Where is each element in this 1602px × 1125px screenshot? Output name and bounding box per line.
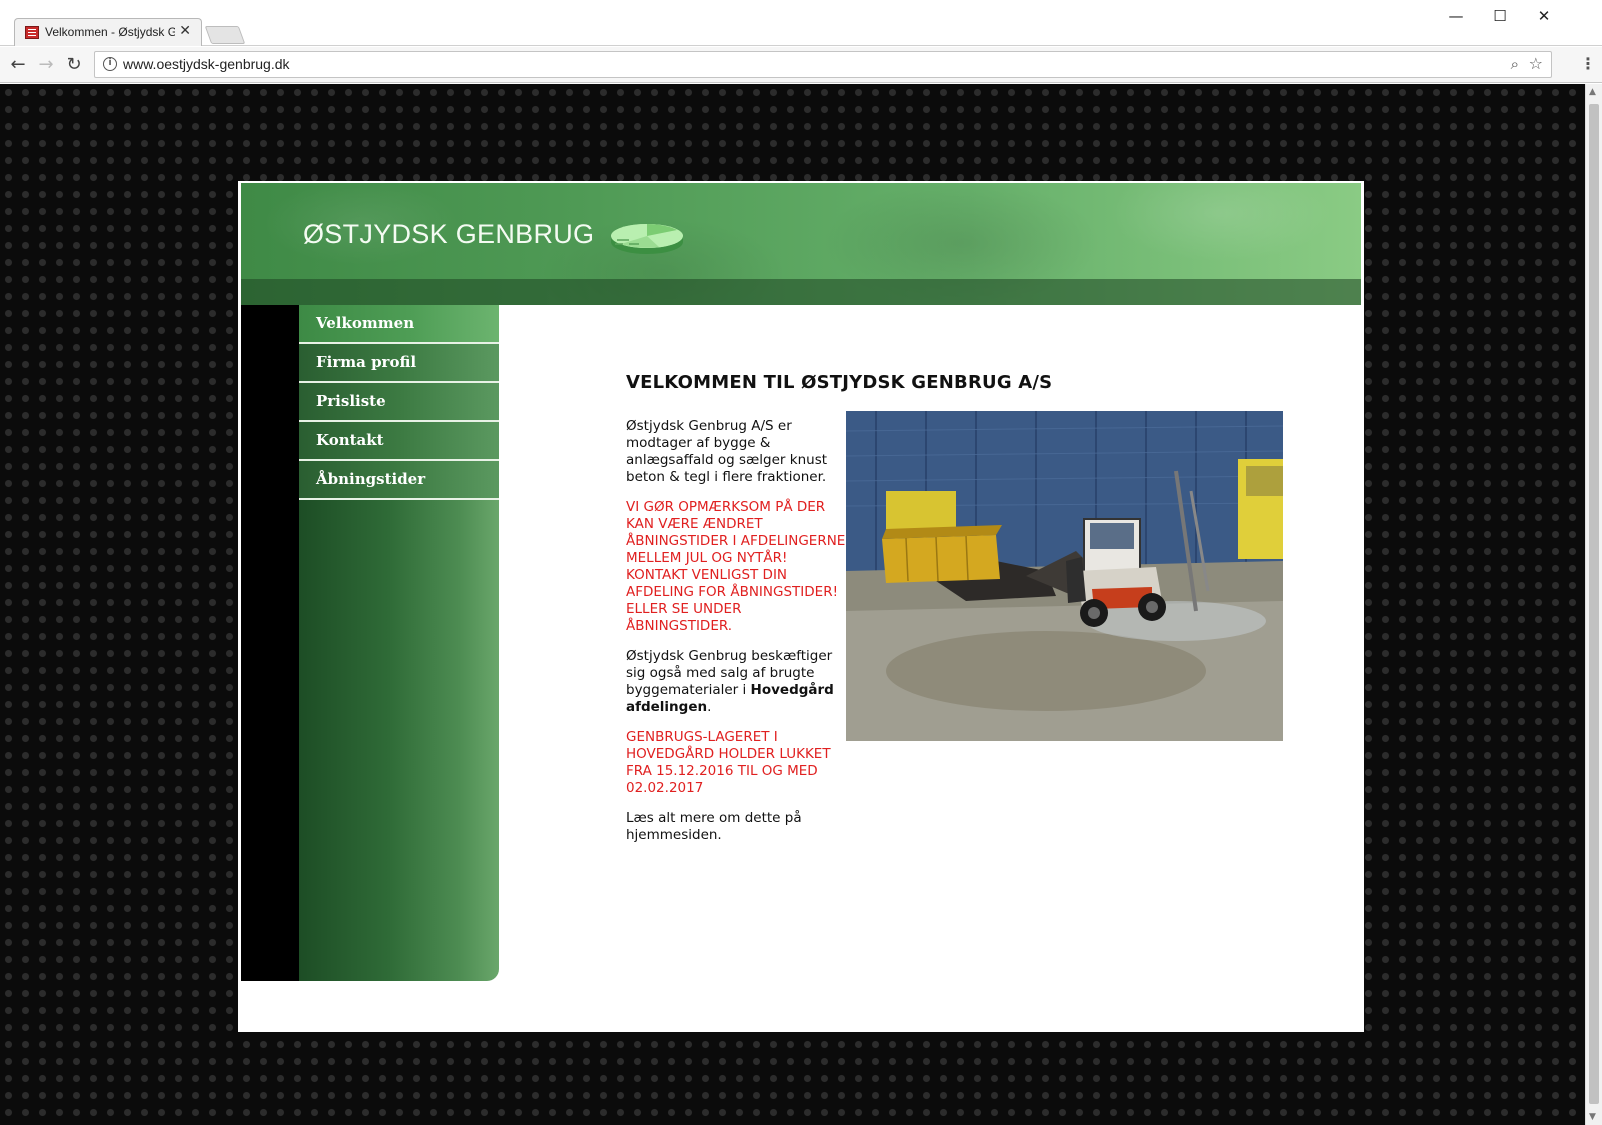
close-window-button[interactable]: ✕ — [1524, 6, 1564, 26]
reload-icon[interactable]: ↻ — [62, 53, 86, 77]
site-container: ØSTJYDSK GENBRUG Velkommen Firma profil … — [238, 181, 1364, 1032]
bookmark-star-icon[interactable]: ☆ — [1529, 54, 1543, 73]
welcome-text: Østjydsk Genbrug A/S er modtager af bygg… — [626, 418, 848, 857]
notice-line: KONTAKT VENLIGST DIN AFDELING FOR ÅBNING… — [626, 567, 838, 600]
address-bar[interactable]: i www.oestjydsk-genbrug.dk ⌕ ☆ — [94, 51, 1552, 78]
nav-item-kontakt[interactable]: Kontakt — [299, 422, 499, 461]
main-content: VELKOMMEN TIL ØSTJYDSK GENBRUG A/S Østjy… — [626, 181, 1306, 1032]
nav-label: Prisliste — [316, 392, 386, 410]
warehouse-photo — [846, 411, 1283, 741]
site-favicon-icon — [25, 26, 39, 39]
browser-menu-icon[interactable]: ⋮ — [1580, 52, 1596, 76]
forward-icon[interactable]: → — [34, 53, 58, 77]
maximize-button[interactable]: ☐ — [1480, 6, 1520, 26]
sales-text-end: . — [707, 699, 712, 715]
back-icon[interactable]: ← — [6, 53, 30, 77]
nav-label: Velkommen — [316, 314, 415, 332]
nav-item-firma-profil[interactable]: Firma profil — [299, 344, 499, 383]
notice-paragraph: VI GØR OPMÆRKSOM PÅ DER KAN VÆRE ÆNDRET … — [626, 499, 848, 635]
nav-item-abningstider[interactable]: Åbningstider — [299, 461, 499, 500]
browser-tab[interactable]: Velkommen - Østjydsk Genbrug ✕ — [14, 18, 202, 46]
browser-toolbar: ← → ↻ i www.oestjydsk-genbrug.dk ⌕ ☆ ⋮ — [0, 47, 1602, 83]
page-background: ØSTJYDSK GENBRUG Velkommen Firma profil … — [0, 84, 1585, 1125]
scroll-down-icon[interactable]: ▼ — [1589, 1112, 1596, 1122]
scroll-thumb[interactable] — [1589, 104, 1599, 1104]
nav-label: Firma profil — [316, 353, 417, 371]
site-logo-text[interactable]: ØSTJYDSK GENBRUG — [303, 219, 594, 250]
intro-paragraph: Østjydsk Genbrug A/S er modtager af bygg… — [626, 418, 828, 485]
tab-close-icon[interactable]: ✕ — [179, 23, 191, 39]
url-text[interactable]: www.oestjydsk-genbrug.dk — [123, 56, 290, 72]
sidebar-nav: Velkommen Firma profil Prisliste Kontakt… — [299, 305, 499, 981]
left-black-column — [241, 305, 299, 981]
browser-titlebar: Velkommen - Østjydsk Genbrug ✕ — ☐ ✕ — [0, 0, 1602, 46]
tab-title: Velkommen - Østjydsk Genbrug — [45, 25, 175, 39]
minimize-button[interactable]: — — [1436, 6, 1476, 26]
scroll-up-icon[interactable]: ▲ — [1589, 87, 1596, 97]
new-tab-button[interactable] — [204, 26, 246, 44]
nav-label: Kontakt — [316, 431, 384, 449]
sales-paragraph: Østjydsk Genbrug beskæftiger sig også me… — [626, 648, 848, 716]
page-title: VELKOMMEN TIL ØSTJYDSK GENBRUG A/S — [626, 372, 1053, 393]
nav-item-velkommen[interactable]: Velkommen — [299, 305, 499, 344]
zoom-icon[interactable]: ⌕ — [1511, 55, 1519, 73]
closing-paragraph: Læs alt mere om dette på hjemmesiden. — [626, 810, 802, 843]
closure-notice: GENBRUGS-LAGERET I HOVEDGÅRD HOLDER LUKK… — [626, 729, 831, 796]
nav-label: Åbningstider — [316, 470, 426, 488]
page-scrollbar[interactable]: ▲ ▼ — [1585, 84, 1602, 1125]
nav-item-prisliste[interactable]: Prisliste — [299, 383, 499, 422]
notice-line: ELLER SE UNDER ÅBNINGSTIDER. — [626, 601, 742, 634]
notice-line: VI GØR OPMÆRKSOM PÅ DER KAN VÆRE ÆNDRET … — [626, 499, 846, 566]
info-icon[interactable]: i — [103, 57, 117, 71]
